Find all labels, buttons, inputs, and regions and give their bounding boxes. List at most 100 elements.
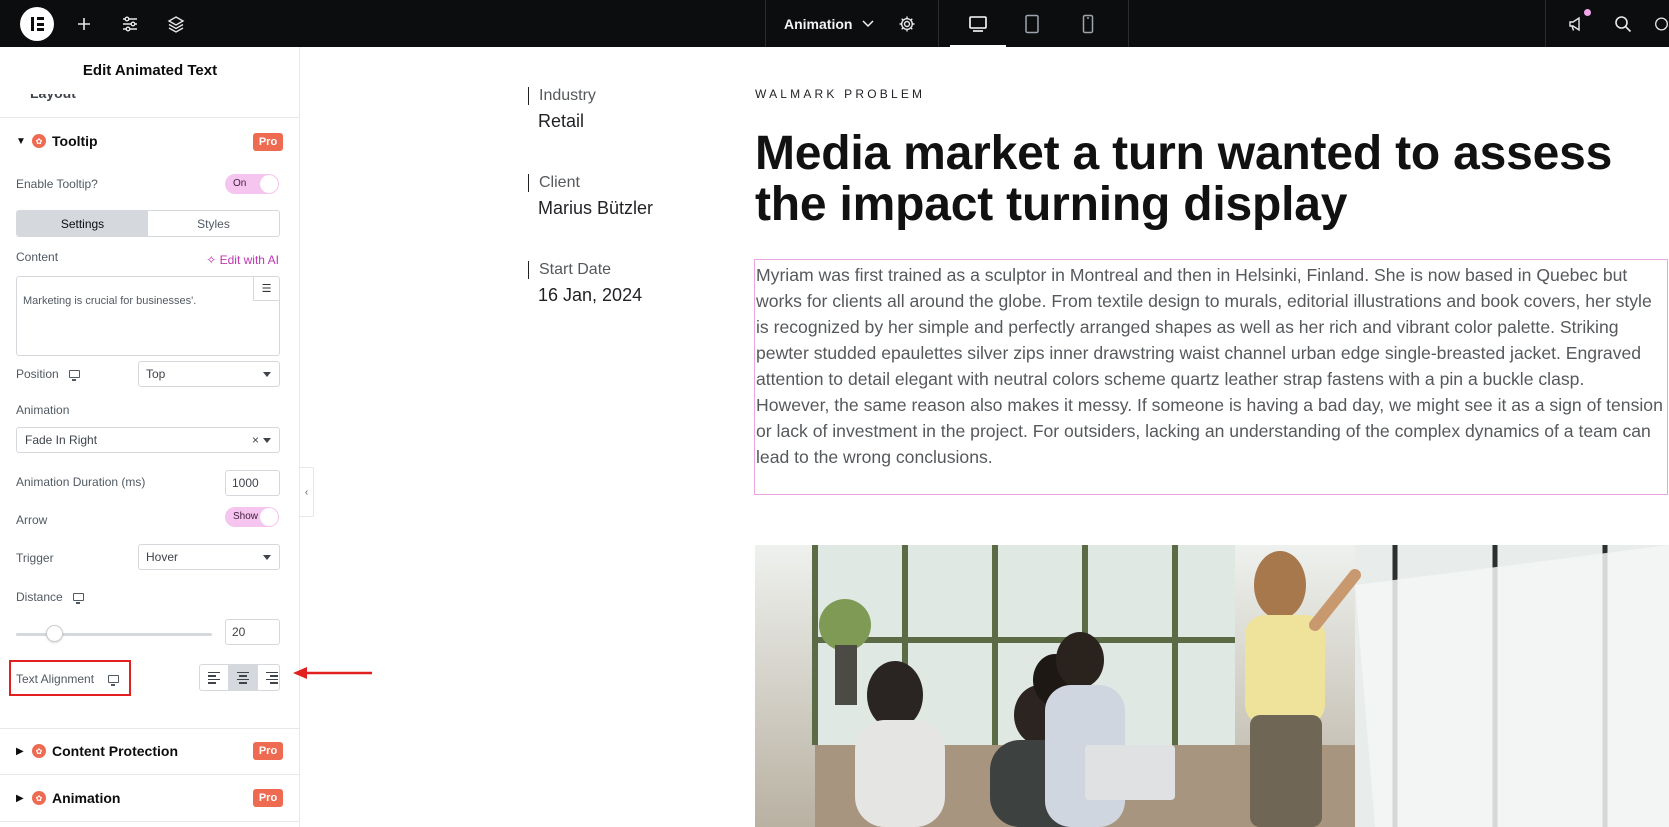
dropdown-arrow-icon	[263, 372, 271, 377]
meta-start-date-label: Start Date	[539, 261, 612, 278]
animated-text-widget[interactable]: Myriam was first trained as a sculptor i…	[754, 259, 1668, 495]
page-headline: Media market a turn wanted to assess the…	[755, 127, 1613, 231]
layers-icon[interactable]	[162, 0, 190, 47]
tablet-icon[interactable]	[1018, 0, 1046, 47]
toggle-knob	[260, 175, 278, 193]
meta-industry-value: Retail	[538, 111, 585, 131]
addon-icon: ✿	[32, 791, 46, 805]
divider	[1128, 0, 1129, 47]
section-tooltip-header[interactable]: ▼ ✿ Tooltip	[16, 133, 98, 149]
plus-icon[interactable]	[70, 0, 98, 47]
meta-start-date-value: 16 Jan, 2024	[538, 285, 643, 305]
chevron-down-icon	[862, 19, 874, 27]
content-label: Content	[16, 250, 59, 264]
position-label: Position	[16, 367, 80, 381]
editor-panel: Edit Animated Text Layout ▼ ✿ Tooltip Pr…	[0, 47, 300, 827]
megaphone-icon[interactable]	[1562, 0, 1590, 47]
trigger-label: Trigger	[16, 551, 54, 565]
divider	[0, 728, 299, 729]
gear-icon[interactable]	[893, 0, 921, 47]
toggle-knob	[260, 508, 278, 526]
pro-badge[interactable]: Pro	[253, 133, 283, 151]
dropdown-arrow-icon	[263, 438, 271, 443]
tooltip-tabs: Settings Styles	[16, 210, 280, 237]
distance-label-text: Distance	[16, 590, 63, 604]
meta-client-label: Client	[539, 174, 580, 191]
section-animation-header[interactable]: ▶ ✿ Animation	[16, 790, 120, 806]
sliders-icon[interactable]	[116, 0, 144, 47]
caret-right-icon: ▶	[16, 745, 24, 757]
team-meeting-photo	[755, 545, 1669, 827]
annotation-arrow	[293, 667, 372, 679]
top-bar: Animation	[0, 0, 1669, 47]
align-left-icon[interactable]	[200, 665, 229, 690]
eyebrow-text: WALMARK PROBLEM	[755, 87, 926, 101]
content-textarea[interactable]: Marketing is crucial for businesses'. ☰	[16, 276, 280, 356]
meta-industry: Industry	[528, 87, 596, 105]
search-icon[interactable]	[1609, 0, 1637, 47]
section-tooltip-title: Tooltip	[52, 133, 98, 149]
enable-tooltip-label: Enable Tooltip?	[16, 177, 98, 191]
animation-menu[interactable]: Animation	[784, 0, 874, 47]
clear-icon[interactable]: ×	[252, 433, 259, 447]
content-value: Marketing is crucial for businesses'.	[23, 295, 197, 307]
sparkle-icon: ✧	[206, 253, 217, 267]
distance-label: Distance	[16, 590, 84, 604]
mobile-icon[interactable]	[1074, 0, 1102, 47]
addon-icon: ✿	[32, 744, 46, 758]
align-right-icon[interactable]	[258, 665, 279, 690]
divider	[0, 117, 299, 118]
divider	[1545, 0, 1546, 47]
annotation-highlight-box	[9, 660, 131, 696]
addon-icon: ✿	[32, 134, 46, 148]
position-label-text: Position	[16, 367, 59, 381]
divider	[0, 774, 299, 775]
section-content-protection-header[interactable]: ▶ ✿ Content Protection	[16, 743, 178, 759]
section-content-protection-title: Content Protection	[52, 743, 178, 759]
animation-label: Animation	[16, 403, 70, 417]
animation-duration-input[interactable]: 1000	[225, 470, 280, 496]
notification-dot	[1584, 9, 1591, 16]
tab-settings[interactable]: Settings	[17, 211, 148, 236]
desktop-icon[interactable]	[72, 593, 84, 604]
divider	[765, 0, 766, 47]
align-center-icon[interactable]	[229, 665, 258, 690]
divider	[0, 821, 299, 822]
divider	[938, 0, 939, 47]
distance-slider-handle[interactable]	[46, 625, 63, 642]
trigger-select[interactable]: Hover	[138, 544, 280, 570]
body-paragraph: However, the same reason also makes it m…	[756, 395, 1663, 467]
animation-duration-label: Animation Duration (ms)	[16, 475, 146, 489]
panel-collapse-toggle[interactable]: ‹	[300, 467, 314, 517]
animation-menu-label: Animation	[784, 15, 853, 32]
meta-client: Client	[528, 174, 580, 192]
arrow-label: Arrow	[16, 513, 48, 527]
position-value: Top	[146, 367, 166, 381]
help-icon[interactable]	[1654, 0, 1669, 47]
pro-badge[interactable]: Pro	[253, 789, 283, 807]
section-animation-title: Animation	[52, 790, 121, 806]
meta-industry-label: Industry	[539, 87, 596, 104]
toggle-text: On	[233, 178, 247, 189]
dynamic-tags-icon[interactable]: ☰	[253, 277, 279, 301]
active-device-indicator	[950, 45, 1006, 47]
text-alignment-control	[199, 664, 280, 691]
caret-down-icon: ▼	[16, 135, 26, 147]
edit-with-ai-link[interactable]: ✧ Edit with AI	[206, 253, 279, 267]
pro-badge[interactable]: Pro	[253, 742, 283, 760]
position-select[interactable]: Top	[138, 361, 280, 387]
elementor-logo-icon[interactable]	[20, 7, 54, 41]
desktop-icon[interactable]	[950, 0, 1006, 47]
edit-with-ai-label: Edit with AI	[219, 253, 279, 267]
desktop-icon[interactable]	[68, 370, 80, 381]
tab-styles[interactable]: Styles	[148, 211, 279, 236]
caret-right-icon: ▶	[16, 792, 24, 804]
animation-select[interactable]: Fade In Right ×	[16, 427, 280, 453]
enable-tooltip-toggle[interactable]: On	[225, 174, 279, 194]
trigger-value: Hover	[146, 550, 179, 564]
distance-input[interactable]: 20	[225, 619, 280, 645]
animation-value: Fade In Right	[25, 433, 98, 447]
arrow-toggle[interactable]: Show	[225, 507, 279, 527]
body-paragraph: Myriam was first trained as a sculptor i…	[756, 265, 1652, 389]
meta-start-date: Start Date	[528, 261, 611, 279]
